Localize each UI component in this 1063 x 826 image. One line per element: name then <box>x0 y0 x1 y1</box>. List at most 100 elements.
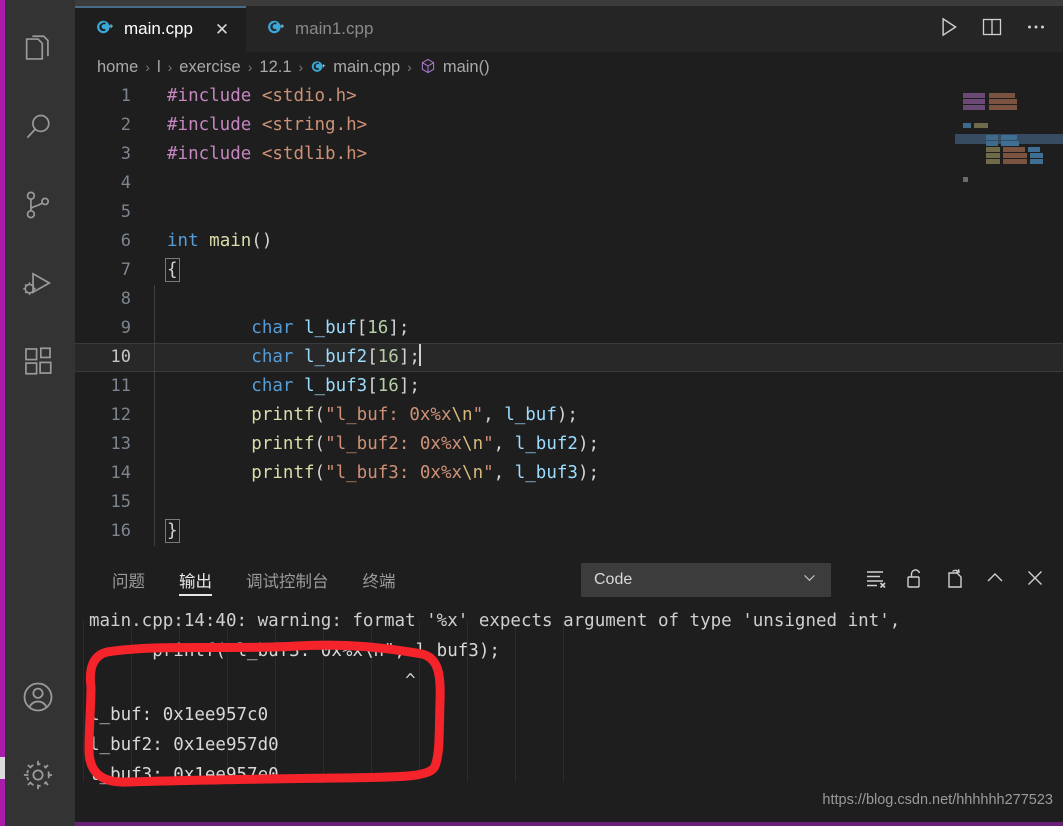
panel-tab-output[interactable]: 输出 <box>162 558 229 602</box>
panel-tab-debug-console[interactable]: 调试控制台 <box>229 558 346 602</box>
editor-actions <box>929 6 1063 52</box>
sidebar-item-search[interactable] <box>0 88 75 166</box>
sidebar-item-accounts[interactable] <box>0 658 75 736</box>
more-actions-button[interactable] <box>1017 10 1055 48</box>
tab-label: main1.cpp <box>294 19 374 38</box>
code-line[interactable]: 15 <box>75 488 1063 517</box>
clear-output-button[interactable] <box>857 562 893 598</box>
code-token: ]; <box>398 376 420 396</box>
code-line[interactable]: 2 #include <string.h> <box>75 111 1063 140</box>
panel-tab-problems[interactable]: 问题 <box>95 558 162 602</box>
breadcrumb-label: exercise <box>179 57 241 76</box>
code-lines[interactable]: 1 #include <stdio.h> 2 #include <string.h> 3… <box>75 82 1063 558</box>
breadcrumb-separator: › <box>247 59 253 75</box>
line-number: 9 <box>120 318 131 338</box>
code-token: <string.h> <box>261 115 368 135</box>
sidebar-item-extensions[interactable] <box>0 322 75 400</box>
code-token: 16 <box>377 376 399 396</box>
code-token: " <box>483 434 494 454</box>
panel-tab-label: 调试控制台 <box>246 572 329 591</box>
breadcrumb-item-main-symbol[interactable]: main() <box>419 57 490 77</box>
sidebar-item-explorer[interactable] <box>0 10 75 88</box>
output-channel-select[interactable]: Code <box>581 563 831 597</box>
breadcrumb-label: home <box>97 57 139 76</box>
code-line[interactable]: 8 <box>75 285 1063 314</box>
code-token: "l_buf2: 0x%x <box>325 434 463 454</box>
sidebar-item-manage-settings[interactable] <box>0 736 75 814</box>
code-token: [ <box>367 376 378 396</box>
code-token: 16 <box>367 318 389 338</box>
code-line[interactable]: 14 printf("l_buf3: 0x%x\n", l_buf3); <box>75 459 1063 488</box>
code-line[interactable]: 3 #include <stdlib.h> <box>75 140 1063 169</box>
breadcrumb-label: 12.1 <box>259 57 292 76</box>
code-token: ( <box>314 463 326 483</box>
breadcrumb-separator: › <box>407 59 412 75</box>
code-token: , <box>483 405 505 425</box>
code-text: char l_buf[16]; <box>147 314 1063 343</box>
output-channel-value: Code <box>594 571 633 588</box>
account-icon <box>20 679 56 715</box>
code-token: #include <box>167 86 252 106</box>
done-mid: exited with <box>152 821 289 822</box>
breadcrumb-item-12-1[interactable]: 12.1 <box>259 58 291 77</box>
breadcrumb-item-l[interactable]: l <box>157 58 161 77</box>
sidebar-item-run-and-debug[interactable] <box>0 244 75 322</box>
code-text: printf("l_buf3: 0x%x\n", l_buf3); <box>147 459 1063 488</box>
code-line[interactable]: 16} <box>75 517 1063 546</box>
code-text: int main() <box>147 227 1063 256</box>
code-line[interactable]: 10 char l_buf2[16]; <box>75 343 1063 372</box>
minimap[interactable] <box>955 82 1063 558</box>
code-token: ); <box>577 434 600 454</box>
code-line[interactable]: 4 <box>75 169 1063 198</box>
code-text: #include <stdio.h> <box>147 82 1063 111</box>
line-number: 2 <box>120 115 131 135</box>
code-token: l_buf3 <box>304 376 368 396</box>
panel-tab-terminal[interactable]: 终端 <box>346 558 413 602</box>
code-token: { <box>165 258 180 282</box>
code-line[interactable]: 1 #include <stdio.h> <box>75 82 1063 111</box>
source-control-icon <box>21 188 55 222</box>
line-number: 12 <box>110 405 131 425</box>
sidebar-item-source-control[interactable] <box>0 166 75 244</box>
close-icon[interactable]: ✕ <box>212 19 232 39</box>
cpp-file-icon <box>266 17 286 42</box>
code-line[interactable]: 9 char l_buf[16]; <box>75 314 1063 343</box>
cpp-file-icon <box>95 17 115 42</box>
code-line[interactable]: 6 int main() <box>75 227 1063 256</box>
close-panel-button[interactable] <box>1017 562 1053 598</box>
code-line[interactable]: 7{ <box>75 256 1063 285</box>
code-line[interactable]: 5 <box>75 198 1063 227</box>
code-token: l_buf <box>304 318 357 338</box>
run-code-button[interactable] <box>929 10 967 48</box>
cpp-file-icon <box>310 58 327 77</box>
breadcrumb-label: main() <box>442 57 490 76</box>
breadcrumb-item-home[interactable]: home <box>97 58 138 77</box>
breadcrumb-item-exercise[interactable]: exercise <box>179 58 240 77</box>
lock-scroll-button[interactable] <box>897 562 933 598</box>
done-in: in <box>352 821 394 822</box>
editor-tab-main-cpp[interactable]: main.cpp ✕ <box>75 6 246 52</box>
unlock-icon <box>903 566 927 595</box>
editor-tab-main1-cpp[interactable]: main1.cpp <box>245 6 388 52</box>
main-area: main.cpp ✕ main1.cpp home › l › exercise… <box>75 0 1063 826</box>
split-editor-button[interactable] <box>973 10 1011 48</box>
code-line[interactable]: 13 printf("l_buf2: 0x%x\n", l_buf2); <box>75 430 1063 459</box>
collapse-panel-button[interactable] <box>977 562 1013 598</box>
line-number: 1 <box>120 86 131 106</box>
code-line[interactable]: 12 printf("l_buf: 0x%x\n", l_buf); <box>75 401 1063 430</box>
code-line[interactable]: 11 char l_buf3[16]; <box>75 372 1063 401</box>
open-in-editor-button[interactable] <box>937 562 973 598</box>
code-token: ( <box>314 434 326 454</box>
output-view[interactable]: main.cpp:14:40: warning: format '%x' exp… <box>75 602 1063 822</box>
code-token: l_buf2 <box>514 434 578 454</box>
breadcrumb-item-main-cpp[interactable]: main.cpp <box>310 58 400 77</box>
code-token: ); <box>577 463 600 483</box>
code-token: printf <box>251 405 315 425</box>
code-editor[interactable]: 1 #include <stdio.h> 2 #include <string.h> 3… <box>75 82 1063 558</box>
